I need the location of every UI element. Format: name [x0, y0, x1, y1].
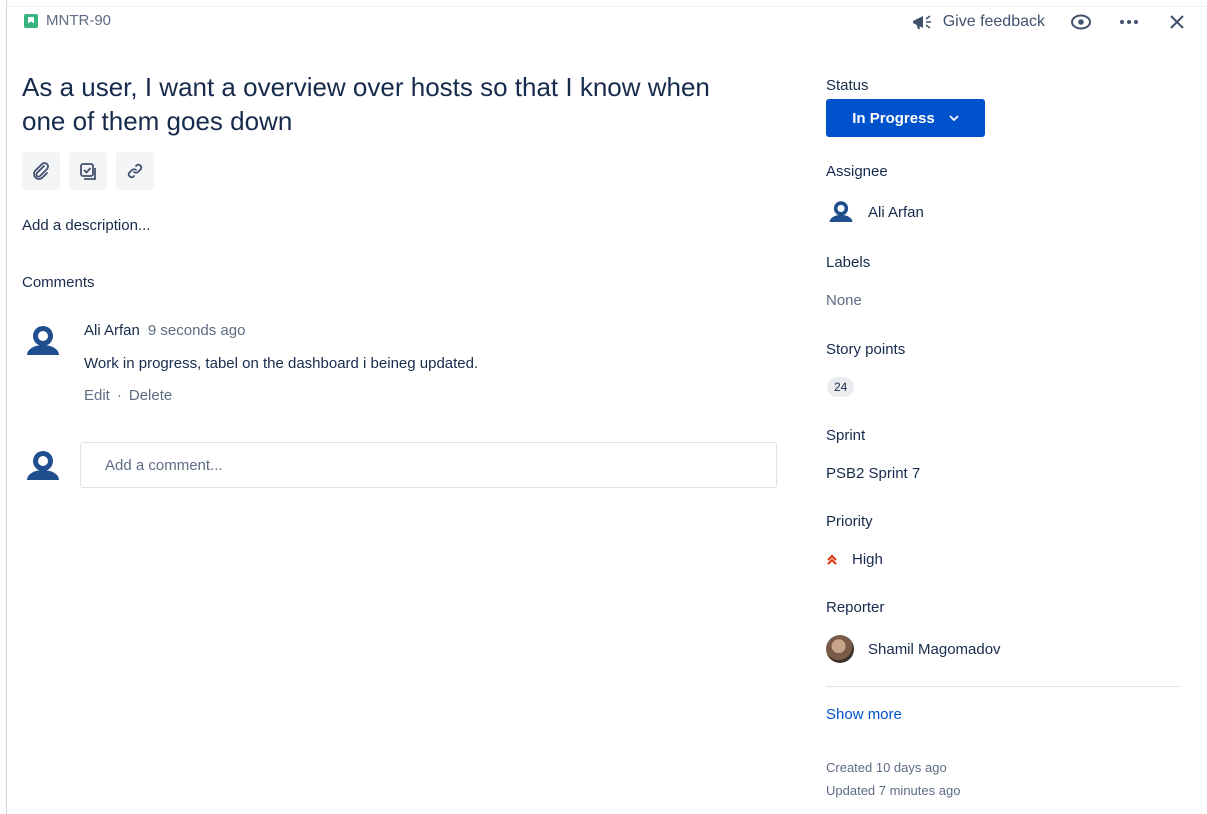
assignee-label: Assignee	[826, 163, 888, 180]
issue-title[interactable]: As a user, I want a overview over hosts …	[22, 70, 742, 138]
comment-author[interactable]: Ali Arfan	[84, 322, 140, 339]
issue-key: MNTR-90	[46, 12, 112, 29]
priority-field[interactable]: High	[826, 551, 883, 568]
comment-action-separator: ·	[116, 387, 122, 404]
comment-body: Work in progress, tabel on the dashboard…	[84, 355, 479, 372]
link-icon	[127, 163, 143, 179]
show-more-link[interactable]: Show more	[826, 706, 902, 723]
reporter-field[interactable]: Shamil Magomadov	[826, 635, 1001, 663]
megaphone-icon	[912, 15, 931, 29]
attach-button[interactable]	[22, 152, 60, 190]
story-icon	[24, 13, 38, 28]
description-field[interactable]: Add a description...	[22, 217, 150, 234]
chevron-down-icon	[949, 115, 959, 121]
header-actions: Give feedback	[911, 8, 1189, 36]
avatar-icon	[23, 321, 63, 361]
issue-toolbar	[22, 152, 154, 190]
labels-label: Labels	[826, 254, 871, 271]
reporter-label: Reporter	[826, 599, 885, 616]
close-button[interactable]	[1165, 8, 1189, 36]
current-user-avatar	[22, 445, 64, 487]
link-issue-button[interactable]	[116, 152, 154, 190]
checklist-icon	[80, 163, 96, 180]
comment-author-avatar[interactable]	[22, 320, 64, 362]
assignee-field[interactable]: Ali Arfan	[826, 197, 924, 227]
updated-timestamp: Updated 7 minutes ago	[826, 783, 961, 798]
panel-top-border	[6, 6, 1207, 7]
give-feedback-label: Give feedback	[942, 13, 1045, 30]
reporter-avatar	[826, 635, 854, 663]
status-dropdown[interactable]: In Progress	[826, 99, 985, 137]
sidebar-divider	[826, 686, 1181, 687]
edit-comment-link[interactable]: Edit	[84, 387, 110, 404]
story-points-label: Story points	[826, 341, 906, 358]
close-icon	[1170, 15, 1184, 29]
more-actions-button[interactable]	[1117, 8, 1141, 36]
attachment-icon	[33, 162, 49, 180]
assignee-name: Ali Arfan	[868, 203, 924, 221]
give-feedback-button[interactable]: Give feedback	[911, 12, 1045, 32]
create-subtask-button[interactable]	[69, 152, 107, 190]
created-timestamp: Created 10 days ago	[826, 760, 947, 775]
comment-actions: Edit · Delete	[84, 387, 172, 404]
reporter-name: Shamil Magomadov	[868, 640, 1001, 658]
story-points-badge[interactable]: 24	[827, 377, 855, 397]
comment-timestamp: 9 seconds ago	[147, 322, 246, 339]
status-value: In Progress	[852, 109, 935, 127]
more-icon	[1120, 20, 1138, 24]
eye-icon	[1071, 14, 1091, 30]
status-label: Status	[826, 77, 869, 94]
priority-value: High	[852, 551, 883, 568]
issue-key-breadcrumb[interactable]: MNTR-90	[24, 12, 111, 29]
avatar-icon	[826, 197, 856, 227]
priority-label: Priority	[826, 513, 873, 530]
priority-high-icon	[827, 554, 837, 565]
panel-left-border	[6, 0, 7, 814]
sprint-label: Sprint	[826, 427, 866, 444]
comments-heading: Comments	[22, 274, 95, 291]
sprint-field[interactable]: PSB2 Sprint 7	[826, 465, 920, 482]
watch-button[interactable]	[1069, 8, 1093, 36]
avatar-icon	[23, 446, 63, 486]
delete-comment-link[interactable]: Delete	[129, 387, 172, 404]
comment-meta: Ali Arfan 9 seconds ago	[84, 322, 245, 339]
add-comment-input[interactable]: Add a comment...	[80, 442, 777, 488]
labels-field[interactable]: None	[826, 292, 862, 309]
